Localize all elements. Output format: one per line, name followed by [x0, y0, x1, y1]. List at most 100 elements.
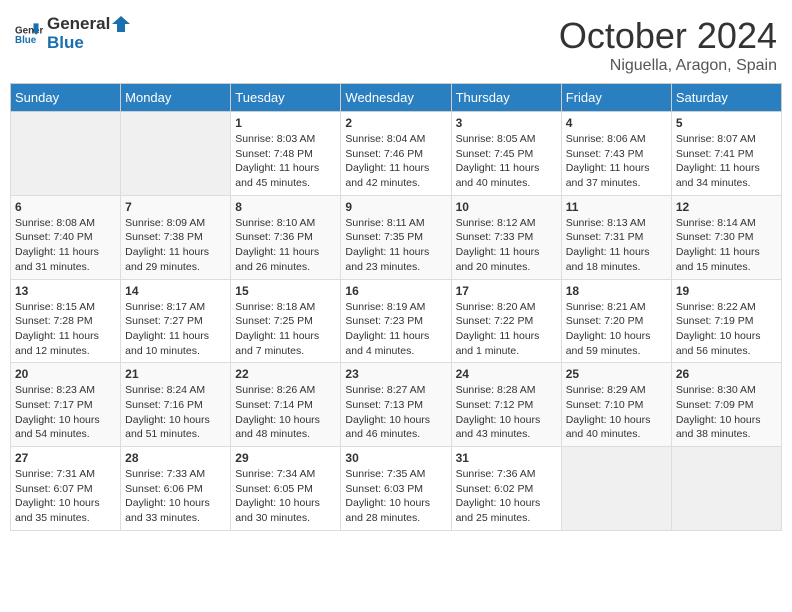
calendar-cell: [11, 112, 121, 196]
calendar-week-3: 13Sunrise: 8:15 AMSunset: 7:28 PMDayligh…: [11, 279, 782, 363]
calendar-cell: 1 Sunrise: 8:03 AMSunset: 7:48 PMDaylight…: [231, 112, 341, 196]
day-info: Sunrise: 7:35 AMSunset: 6:03 PMDaylight:…: [345, 467, 446, 526]
day-info: Sunrise: 8:09 AMSunset: 7:38 PMDaylight:…: [125, 216, 226, 275]
calendar-cell: 5 Sunrise: 8:07 AMSunset: 7:41 PMDaylight…: [671, 112, 781, 196]
logo-general: General: [47, 15, 110, 34]
header-monday: Monday: [121, 84, 231, 112]
day-info: Sunrise: 8:11 AMSunset: 7:35 PMDaylight:…: [345, 216, 446, 275]
day-number: 30: [345, 451, 446, 465]
calendar-cell: 6Sunrise: 8:08 AMSunset: 7:40 PMDaylight…: [11, 195, 121, 279]
calendar-cell: 19Sunrise: 8:22 AMSunset: 7:19 PMDayligh…: [671, 279, 781, 363]
day-number: 22: [235, 367, 336, 381]
day-info: Sunrise: 8:10 AMSunset: 7:36 PMDaylight:…: [235, 216, 336, 275]
day-number: 1: [235, 116, 336, 130]
day-info: Sunrise: 8:28 AMSunset: 7:12 PMDaylight:…: [456, 383, 557, 442]
day-number: 6: [15, 200, 116, 214]
day-info: Sunrise: 8:23 AMSunset: 7:17 PMDaylight:…: [15, 383, 116, 442]
calendar-cell: 16 Sunrise: 8:19 AMSunset: 7:23 PMDayligh…: [341, 279, 451, 363]
calendar-cell: 28 Sunrise: 7:33 AMSunset: 6:06 PMDayligh…: [121, 447, 231, 531]
calendar-week-5: 27Sunrise: 7:31 AMSunset: 6:07 PMDayligh…: [11, 447, 782, 531]
day-info: Sunrise: 8:04 AMSunset: 7:46 PMDaylight:…: [345, 132, 446, 191]
day-info: Sunrise: 8:18 AMSunset: 7:25 PMDaylight:…: [235, 300, 336, 359]
day-number: 2: [345, 116, 446, 130]
day-number: 23: [345, 367, 446, 381]
calendar-cell: 22 Sunrise: 8:26 AMSunset: 7:14 PMDayligh…: [231, 363, 341, 447]
calendar-cell: 27Sunrise: 7:31 AMSunset: 6:07 PMDayligh…: [11, 447, 121, 531]
calendar-cell: 18Sunrise: 8:21 AMSunset: 7:20 PMDayligh…: [561, 279, 671, 363]
calendar-week-2: 6Sunrise: 8:08 AMSunset: 7:40 PMDaylight…: [11, 195, 782, 279]
calendar-cell: [121, 112, 231, 196]
day-number: 10: [456, 200, 557, 214]
day-number: 25: [566, 367, 667, 381]
day-number: 15: [235, 284, 336, 298]
day-number: 29: [235, 451, 336, 465]
day-info: Sunrise: 8:27 AMSunset: 7:13 PMDaylight:…: [345, 383, 446, 442]
logo: General Blue General Blue: [15, 15, 130, 52]
calendar-cell: 23 Sunrise: 8:27 AMSunset: 7:13 PMDayligh…: [341, 363, 451, 447]
calendar-table: SundayMondayTuesdayWednesdayThursdayFrid…: [10, 83, 782, 531]
day-info: Sunrise: 8:29 AMSunset: 7:10 PMDaylight:…: [566, 383, 667, 442]
calendar-cell: 3Sunrise: 8:05 AMSunset: 7:45 PMDaylight…: [451, 112, 561, 196]
day-number: 21: [125, 367, 226, 381]
logo-bird-icon: [112, 16, 130, 32]
calendar-cell: 7 Sunrise: 8:09 AMSunset: 7:38 PMDaylight…: [121, 195, 231, 279]
calendar-cell: [671, 447, 781, 531]
day-info: Sunrise: 8:20 AMSunset: 7:22 PMDaylight:…: [456, 300, 557, 359]
day-info: Sunrise: 8:19 AMSunset: 7:23 PMDaylight:…: [345, 300, 446, 359]
day-number: 9: [345, 200, 446, 214]
day-number: 4: [566, 116, 667, 130]
day-number: 3: [456, 116, 557, 130]
day-info: Sunrise: 8:26 AMSunset: 7:14 PMDaylight:…: [235, 383, 336, 442]
calendar-cell: 24Sunrise: 8:28 AMSunset: 7:12 PMDayligh…: [451, 363, 561, 447]
day-info: Sunrise: 8:22 AMSunset: 7:19 PMDaylight:…: [676, 300, 777, 359]
calendar-cell: 12Sunrise: 8:14 AMSunset: 7:30 PMDayligh…: [671, 195, 781, 279]
day-number: 16: [345, 284, 446, 298]
calendar-cell: 17 Sunrise: 8:20 AMSunset: 7:22 PMDayligh…: [451, 279, 561, 363]
day-number: 18: [566, 284, 667, 298]
header-tuesday: Tuesday: [231, 84, 341, 112]
day-info: Sunrise: 7:34 AMSunset: 6:05 PMDaylight:…: [235, 467, 336, 526]
calendar-week-4: 20Sunrise: 8:23 AMSunset: 7:17 PMDayligh…: [11, 363, 782, 447]
day-info: Sunrise: 8:12 AMSunset: 7:33 PMDaylight:…: [456, 216, 557, 275]
day-number: 7: [125, 200, 226, 214]
calendar-cell: 20Sunrise: 8:23 AMSunset: 7:17 PMDayligh…: [11, 363, 121, 447]
day-number: 13: [15, 284, 116, 298]
header-thursday: Thursday: [451, 84, 561, 112]
day-number: 17: [456, 284, 557, 298]
calendar-cell: 25 Sunrise: 8:29 AMSunset: 7:10 PMDayligh…: [561, 363, 671, 447]
day-info: Sunrise: 7:31 AMSunset: 6:07 PMDaylight:…: [15, 467, 116, 526]
calendar-cell: 11 Sunrise: 8:13 AMSunset: 7:31 PMDayligh…: [561, 195, 671, 279]
calendar-cell: [561, 447, 671, 531]
day-info: Sunrise: 8:03 AMSunset: 7:48 PMDaylight:…: [235, 132, 336, 191]
calendar-header-row: SundayMondayTuesdayWednesdayThursdayFrid…: [11, 84, 782, 112]
day-info: Sunrise: 8:13 AMSunset: 7:31 PMDaylight:…: [566, 216, 667, 275]
day-number: 28: [125, 451, 226, 465]
day-info: Sunrise: 7:36 AMSunset: 6:02 PMDaylight:…: [456, 467, 557, 526]
day-number: 5: [676, 116, 777, 130]
logo-icon: General Blue: [15, 23, 43, 45]
day-info: Sunrise: 8:06 AMSunset: 7:43 PMDaylight:…: [566, 132, 667, 191]
location-subtitle: Niguella, Aragon, Spain: [559, 57, 777, 75]
calendar-cell: 31 Sunrise: 7:36 AMSunset: 6:02 PMDayligh…: [451, 447, 561, 531]
calendar-cell: 15 Sunrise: 8:18 AMSunset: 7:25 PMDayligh…: [231, 279, 341, 363]
calendar-cell: 2 Sunrise: 8:04 AMSunset: 7:46 PMDaylight…: [341, 112, 451, 196]
calendar-week-1: 1 Sunrise: 8:03 AMSunset: 7:48 PMDaylight…: [11, 112, 782, 196]
calendar-cell: 21 Sunrise: 8:24 AMSunset: 7:16 PMDayligh…: [121, 363, 231, 447]
calendar-cell: 13Sunrise: 8:15 AMSunset: 7:28 PMDayligh…: [11, 279, 121, 363]
day-number: 26: [676, 367, 777, 381]
header-friday: Friday: [561, 84, 671, 112]
calendar-cell: 29 Sunrise: 7:34 AMSunset: 6:05 PMDayligh…: [231, 447, 341, 531]
header-sunday: Sunday: [11, 84, 121, 112]
calendar-cell: 10 Sunrise: 8:12 AMSunset: 7:33 PMDayligh…: [451, 195, 561, 279]
day-info: Sunrise: 8:24 AMSunset: 7:16 PMDaylight:…: [125, 383, 226, 442]
day-number: 31: [456, 451, 557, 465]
day-number: 11: [566, 200, 667, 214]
day-info: Sunrise: 7:33 AMSunset: 6:06 PMDaylight:…: [125, 467, 226, 526]
logo-blue: Blue: [47, 33, 84, 52]
calendar-cell: 14Sunrise: 8:17 AMSunset: 7:27 PMDayligh…: [121, 279, 231, 363]
calendar-cell: 4 Sunrise: 8:06 AMSunset: 7:43 PMDaylight…: [561, 112, 671, 196]
day-number: 12: [676, 200, 777, 214]
calendar-cell: 30 Sunrise: 7:35 AMSunset: 6:03 PMDayligh…: [341, 447, 451, 531]
day-info: Sunrise: 8:07 AMSunset: 7:41 PMDaylight:…: [676, 132, 777, 191]
day-info: Sunrise: 8:17 AMSunset: 7:27 PMDaylight:…: [125, 300, 226, 359]
